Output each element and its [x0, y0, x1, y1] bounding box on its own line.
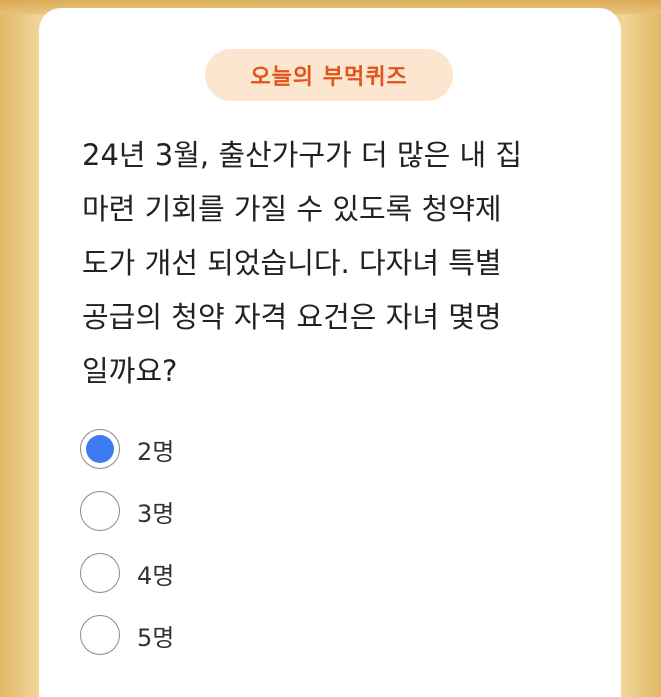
answer-options: 2명 3명 4명 5명 [80, 418, 380, 666]
answer-option-label: 2명 [137, 437, 175, 466]
quiz-question: 24년 3월, 출산가구가 더 많은 내 집 마련 기회를 가질 수 있도록 청… [82, 138, 523, 388]
radio-selected-dot [86, 435, 114, 463]
answer-option-label: 4명 [137, 561, 175, 590]
radio-button-selected[interactable] [80, 429, 120, 469]
answer-option-3[interactable]: 4명 [80, 542, 380, 604]
answer-option-label: 3명 [137, 499, 175, 528]
quiz-card: 오늘의 부먹퀴즈 24년 3월, 출산가구가 더 많은 내 집 마련 기회를 가… [39, 8, 621, 697]
answer-option-2[interactable]: 3명 [80, 480, 380, 542]
answer-option-label: 5명 [137, 623, 175, 652]
radio-button[interactable] [80, 553, 120, 593]
answer-option-4[interactable]: 5명 [80, 604, 380, 666]
quiz-badge: 오늘의 부먹퀴즈 [205, 49, 453, 101]
radio-button[interactable] [80, 491, 120, 531]
background-right-decoration [621, 0, 661, 697]
quiz-badge-label: 오늘의 부먹퀴즈 [250, 65, 408, 90]
answer-option-1[interactable]: 2명 [80, 418, 380, 480]
radio-button[interactable] [80, 615, 120, 655]
background-left-decoration [0, 0, 40, 697]
